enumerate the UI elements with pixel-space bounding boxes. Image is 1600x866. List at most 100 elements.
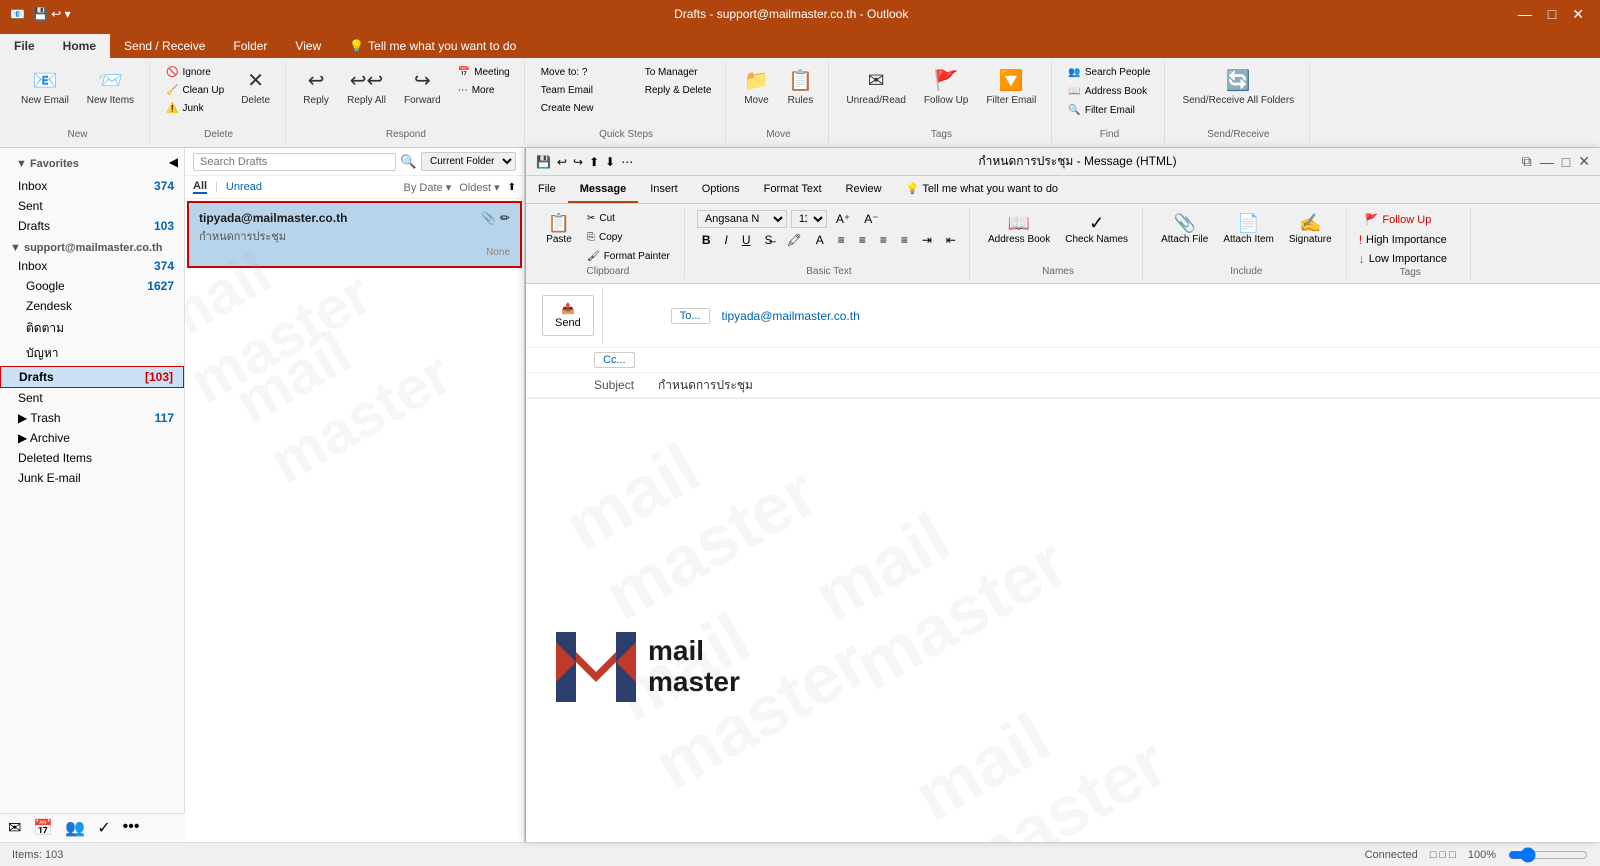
filter-unread[interactable]: Unread <box>226 181 262 193</box>
sidebar-item-google[interactable]: Google 1627 <box>0 276 184 296</box>
sidebar-item-inbox[interactable]: Inbox 374 <box>0 256 184 276</box>
compose-tab-tell-me[interactable]: 💡 Tell me what you want to do <box>894 176 1070 203</box>
close-btn[interactable]: ✕ <box>1566 6 1590 23</box>
sidebar-item-drafts-fav[interactable]: Drafts 103 <box>0 216 184 236</box>
bold-btn[interactable]: B <box>697 231 716 249</box>
zoom-slider[interactable] <box>1508 847 1588 863</box>
check-names-btn[interactable]: ✓ Check Names <box>1059 210 1134 248</box>
tab-view[interactable]: View <box>281 34 335 58</box>
compose-tab-options[interactable]: Options <box>690 176 752 203</box>
subject-field[interactable] <box>654 376 1592 394</box>
sidebar-item-sent[interactable]: Sent <box>0 388 184 408</box>
align-left-btn[interactable]: ≡ <box>833 231 850 249</box>
address-book-button[interactable]: 📖 Address Book <box>1062 83 1156 100</box>
compose-maximize-btn[interactable]: □ <box>1562 153 1570 170</box>
shrink-font-btn[interactable]: A⁻ <box>859 210 883 228</box>
compose-popout-btn[interactable]: ⧉ <box>1522 153 1532 170</box>
sidebar-item-junk[interactable]: Junk E-mail <box>0 468 184 488</box>
reply-button[interactable]: ↩ Reply <box>296 64 336 110</box>
reply-delete-button[interactable]: Reply & Delete <box>639 82 718 99</box>
font-family-select[interactable]: Angsana N <box>697 210 787 228</box>
indent-btn[interactable]: ⇥ <box>917 231 937 249</box>
sidebar-item-trash[interactable]: ▶ Trash 117 <box>0 408 184 428</box>
copy-button[interactable]: ⎘ Copy <box>581 229 676 246</box>
grow-font-btn[interactable]: A⁺ <box>831 210 855 228</box>
to-button[interactable]: To... <box>671 308 710 324</box>
search-icon[interactable]: 🔍 <box>400 154 417 170</box>
email-item-0[interactable]: tipyada@mailmaster.co.th 📎 ✏ กำหนดการประ… <box>187 201 522 268</box>
sidebar-item-banha[interactable]: บัญหา <box>0 341 184 366</box>
compose-body[interactable]: mailmaster mailmaster mailmaster mailmas… <box>526 399 1600 842</box>
rules-button[interactable]: 📋 Rules <box>780 64 820 110</box>
sidebar-collapse-btn[interactable]: ◀ <box>169 155 178 169</box>
new-items-button[interactable]: 📨 New Items <box>80 64 141 110</box>
sidebar-item-inbox-fav[interactable]: Inbox 374 <box>0 176 184 196</box>
paste-button[interactable]: 📋 Paste <box>540 210 578 248</box>
strikethrough-btn[interactable]: S̶ <box>760 231 778 249</box>
follow-up-compose-btn[interactable]: 🚩 Follow Up <box>1359 210 1462 229</box>
filter-email-button[interactable]: 🔽 Filter Email <box>979 64 1043 110</box>
more-respond-button[interactable]: ⋯ More <box>452 82 516 99</box>
compose-tab-message[interactable]: Message <box>568 176 638 203</box>
delete-button[interactable]: ✕ Delete <box>234 64 277 110</box>
sidebar-item-sent-fav[interactable]: Sent <box>0 196 184 216</box>
forward-button[interactable]: ↪ Forward <box>397 64 448 110</box>
align-right-btn[interactable]: ≡ <box>875 231 892 249</box>
align-center-btn[interactable]: ≡ <box>854 231 871 249</box>
tasks-bottom-icon[interactable]: ✓ <box>97 818 110 838</box>
compose-tab-format-text[interactable]: Format Text <box>752 176 834 203</box>
folder-select[interactable]: Current Folder <box>421 152 516 171</box>
attach-item-btn[interactable]: 📄 Attach Item <box>1217 210 1280 248</box>
italic-btn[interactable]: I <box>720 231 733 249</box>
create-new-button[interactable]: Create New <box>535 100 635 117</box>
ignore-button[interactable]: 🚫 Ignore <box>160 64 230 81</box>
title-bar-controls[interactable]: — □ ✕ <box>1512 6 1590 23</box>
address-book-compose-btn[interactable]: 📖 Address Book <box>982 210 1056 248</box>
unread-read-button[interactable]: ✉ Unread/Read <box>839 64 912 110</box>
tab-folder[interactable]: Folder <box>219 34 281 58</box>
signature-btn[interactable]: ✍ Signature <box>1283 210 1338 248</box>
cleanup-button[interactable]: 🧹 Clean Up <box>160 82 230 99</box>
filter-email-find-button[interactable]: 🔍 Filter Email <box>1062 102 1156 119</box>
to-manager-button[interactable]: To Manager <box>639 64 718 81</box>
calendar-bottom-icon[interactable]: 📅 <box>33 818 53 838</box>
low-importance-row[interactable]: ↓ Low Importance <box>1359 251 1447 267</box>
compose-up-icon[interactable]: ⬆ <box>589 155 599 169</box>
high-importance-row[interactable]: ! High Importance <box>1359 232 1447 248</box>
compose-close-btn[interactable]: ✕ <box>1578 153 1590 170</box>
filter-all[interactable]: All <box>193 180 207 194</box>
font-color-btn[interactable]: A <box>811 231 829 249</box>
font-size-select[interactable]: 11 <box>791 210 827 228</box>
mail-bottom-icon[interactable]: ✉ <box>8 818 21 838</box>
more-bottom-icon[interactable]: ••• <box>123 818 140 838</box>
compose-minimize-btn[interactable]: — <box>1540 153 1554 170</box>
filter-expand-btn[interactable]: ⬆ <box>508 182 516 193</box>
search-input[interactable] <box>193 153 396 171</box>
attach-file-btn[interactable]: 📎 Attach File <box>1155 210 1214 248</box>
meeting-button[interactable]: 📅 Meeting <box>452 64 516 81</box>
move-button[interactable]: 📁 Move <box>736 64 776 110</box>
search-people-button[interactable]: 👥 Search People <box>1062 64 1156 81</box>
sidebar-item-zendesk[interactable]: Zendesk <box>0 296 184 316</box>
compose-down-icon[interactable]: ⬇ <box>605 155 615 169</box>
people-bottom-icon[interactable]: 👥 <box>65 818 85 838</box>
compose-undo-icon[interactable]: ↩ <box>557 155 567 169</box>
send-button[interactable]: 📤 Send <box>542 295 594 336</box>
format-painter-button[interactable]: 🖌 Format Painter <box>581 248 676 265</box>
compose-save-icon[interactable]: 💾 <box>536 155 551 169</box>
send-receive-all-button[interactable]: 🔄 Send/Receive All Folders <box>1175 64 1301 110</box>
move-to-button[interactable]: Move to: ? <box>535 64 635 81</box>
tab-tell-me[interactable]: 💡 Tell me what you want to do <box>335 34 530 58</box>
cc-button[interactable]: Cc... <box>594 352 635 368</box>
compose-redo-icon[interactable]: ↪ <box>573 155 583 169</box>
sidebar-item-archive[interactable]: ▶ Archive <box>0 428 184 448</box>
to-field[interactable] <box>718 307 1593 325</box>
outdent-btn[interactable]: ⇤ <box>941 231 961 249</box>
minimize-btn[interactable]: — <box>1512 6 1538 23</box>
highlight-btn[interactable]: 🖍 <box>782 231 807 249</box>
compose-tab-review[interactable]: Review <box>834 176 894 203</box>
justify-btn[interactable]: ≡ <box>896 231 913 249</box>
cut-button[interactable]: ✂ Cut <box>581 210 676 227</box>
compose-tab-insert[interactable]: Insert <box>638 176 690 203</box>
edit-draft-icon[interactable]: ✏ <box>500 211 510 225</box>
